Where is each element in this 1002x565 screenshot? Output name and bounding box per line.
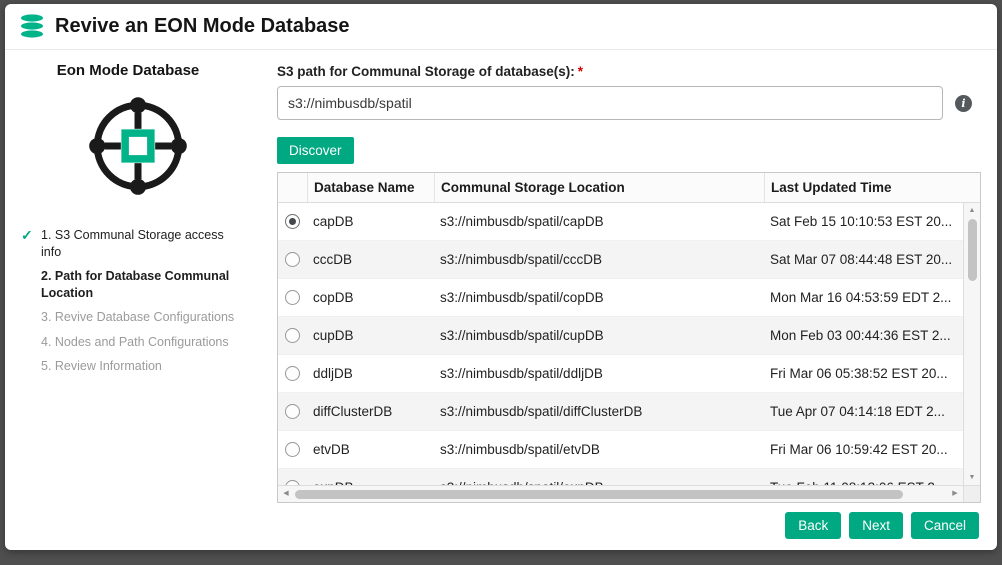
row-radio-cell xyxy=(278,442,307,457)
dialog-header: Revive an EON Mode Database xyxy=(5,4,997,50)
vertical-scroll-thumb[interactable] xyxy=(968,219,977,281)
row-radio[interactable] xyxy=(285,290,300,305)
next-button[interactable]: Next xyxy=(849,512,903,539)
db-storage-location: s3://nimbusdb/spatil/diffClusterDB xyxy=(434,404,764,419)
s3-path-label-text: S3 path for Communal Storage of database… xyxy=(277,64,575,79)
db-last-updated: Tue Feb 11 08:13:06 EST 2... xyxy=(764,480,963,485)
database-table: Database Name Communal Storage Location … xyxy=(277,172,981,503)
db-name: cupDB xyxy=(307,328,434,343)
column-header-database-name: Database Name xyxy=(307,173,434,202)
table-body: capDBs3://nimbusdb/spatil/capDBSat Feb 1… xyxy=(278,203,980,485)
row-radio-cell xyxy=(278,252,307,267)
column-header-storage-location: Communal Storage Location xyxy=(434,173,764,202)
db-storage-location: s3://nimbusdb/spatil/expDB xyxy=(434,480,764,485)
horizontal-scrollbar[interactable]: ◀ ▶ xyxy=(278,485,980,502)
table-row[interactable]: capDBs3://nimbusdb/spatil/capDBSat Feb 1… xyxy=(278,203,963,241)
row-radio[interactable] xyxy=(285,404,300,419)
db-name: copDB xyxy=(307,290,434,305)
table-row[interactable]: cccDBs3://nimbusdb/spatil/cccDBSat Mar 0… xyxy=(278,241,963,279)
db-storage-location: s3://nimbusdb/spatil/capDB xyxy=(434,214,764,229)
row-radio-cell xyxy=(278,404,307,419)
db-last-updated: Sat Mar 07 08:44:48 EST 20... xyxy=(764,252,963,267)
row-radio[interactable] xyxy=(285,366,300,381)
scroll-down-icon[interactable]: ▼ xyxy=(964,470,980,485)
s3-path-label: S3 path for Communal Storage of database… xyxy=(277,64,979,79)
scroll-up-icon[interactable]: ▲ xyxy=(964,203,980,218)
wizard-step-5[interactable]: 5. Review Information xyxy=(19,358,244,375)
table-header: Database Name Communal Storage Location … xyxy=(278,173,980,203)
eon-node-icon xyxy=(79,87,197,205)
db-last-updated: Sat Feb 15 10:10:53 EST 20... xyxy=(764,214,963,229)
s3-path-row: i xyxy=(277,86,979,120)
table-row[interactable]: diffClusterDBs3://nimbusdb/spatil/diffCl… xyxy=(278,393,963,431)
scroll-right-icon[interactable]: ▶ xyxy=(947,486,963,502)
horizontal-scroll-thumb[interactable] xyxy=(295,490,903,499)
discover-button[interactable]: Discover xyxy=(277,137,354,164)
db-last-updated: Mon Mar 16 04:53:59 EDT 2... xyxy=(764,290,963,305)
table-row[interactable]: copDBs3://nimbusdb/spatil/copDBMon Mar 1… xyxy=(278,279,963,317)
row-radio-cell xyxy=(278,214,307,229)
db-last-updated: Fri Mar 06 10:59:42 EST 20... xyxy=(764,442,963,457)
db-last-updated: Tue Apr 07 04:14:18 EDT 2... xyxy=(764,404,963,419)
sidebar-heading: Eon Mode Database xyxy=(19,62,237,79)
table-row[interactable]: etvDBs3://nimbusdb/spatil/etvDBFri Mar 0… xyxy=(278,431,963,469)
check-icon: ✓ xyxy=(21,226,33,244)
row-radio-cell xyxy=(278,480,307,485)
s3-path-input[interactable] xyxy=(277,86,943,120)
db-storage-location: s3://nimbusdb/spatil/etvDB xyxy=(434,442,764,457)
step-label: 3. Revive Database Configurations xyxy=(41,310,234,324)
vertical-scrollbar[interactable]: ▲ ▼ xyxy=(963,203,980,485)
row-radio[interactable] xyxy=(285,252,300,267)
db-storage-location: s3://nimbusdb/spatil/cccDB xyxy=(434,252,764,267)
scroll-left-icon[interactable]: ◀ xyxy=(278,486,294,502)
scrollbar-corner xyxy=(963,486,980,502)
row-radio-cell xyxy=(278,328,307,343)
table-rows: capDBs3://nimbusdb/spatil/capDBSat Feb 1… xyxy=(278,203,963,485)
db-storage-location: s3://nimbusdb/spatil/copDB xyxy=(434,290,764,305)
step-label: 5. Review Information xyxy=(41,359,162,373)
database-icon xyxy=(19,13,46,40)
row-radio[interactable] xyxy=(285,442,300,457)
db-name: ddljDB xyxy=(307,366,434,381)
row-radio[interactable] xyxy=(285,214,300,229)
main-panel: S3 path for Communal Storage of database… xyxy=(263,50,997,502)
db-last-updated: Fri Mar 06 05:38:52 EST 20... xyxy=(764,366,963,381)
cancel-button[interactable]: Cancel xyxy=(911,512,979,539)
step-label: 4. Nodes and Path Configurations xyxy=(41,335,229,349)
table-row[interactable]: cupDBs3://nimbusdb/spatil/cupDBMon Feb 0… xyxy=(278,317,963,355)
wizard-steps: ✓ 1. S3 Communal Storage access info 2. … xyxy=(19,227,257,375)
wizard-step-4[interactable]: 4. Nodes and Path Configurations xyxy=(19,334,244,351)
wizard-sidebar: Eon Mode Database ✓ 1. S3 Communal Stora… xyxy=(5,50,263,502)
dialog-body: Eon Mode Database ✓ 1. S3 Communal Stora… xyxy=(5,50,997,502)
wizard-step-3[interactable]: 3. Revive Database Configurations xyxy=(19,309,244,326)
db-name: capDB xyxy=(307,214,434,229)
db-name: expDB xyxy=(307,480,434,485)
wizard-step-2[interactable]: 2. Path for Database Communal Location xyxy=(19,268,244,301)
revive-eon-dialog: Revive an EON Mode Database Eon Mode Dat… xyxy=(5,4,997,550)
back-button[interactable]: Back xyxy=(785,512,841,539)
info-icon[interactable]: i xyxy=(955,95,972,112)
wizard-step-1[interactable]: ✓ 1. S3 Communal Storage access info xyxy=(19,227,244,260)
radio-column-header xyxy=(278,173,307,202)
step-label: 2. Path for Database Communal Location xyxy=(41,269,229,300)
row-radio-cell xyxy=(278,290,307,305)
dialog-title: Revive an EON Mode Database xyxy=(55,15,350,38)
row-radio[interactable] xyxy=(285,480,300,485)
db-storage-location: s3://nimbusdb/spatil/cupDB xyxy=(434,328,764,343)
db-last-updated: Mon Feb 03 00:44:36 EST 2... xyxy=(764,328,963,343)
step-label: 1. S3 Communal Storage access info xyxy=(41,228,224,259)
table-row[interactable]: expDBs3://nimbusdb/spatil/expDBTue Feb 1… xyxy=(278,469,963,485)
column-header-last-updated: Last Updated Time xyxy=(764,173,980,202)
table-row[interactable]: ddljDBs3://nimbusdb/spatil/ddljDBFri Mar… xyxy=(278,355,963,393)
dialog-footer: Back Next Cancel xyxy=(5,502,997,550)
required-marker: * xyxy=(578,64,583,79)
db-name: cccDB xyxy=(307,252,434,267)
db-name: diffClusterDB xyxy=(307,404,434,419)
row-radio-cell xyxy=(278,366,307,381)
db-name: etvDB xyxy=(307,442,434,457)
db-storage-location: s3://nimbusdb/spatil/ddljDB xyxy=(434,366,764,381)
row-radio[interactable] xyxy=(285,328,300,343)
